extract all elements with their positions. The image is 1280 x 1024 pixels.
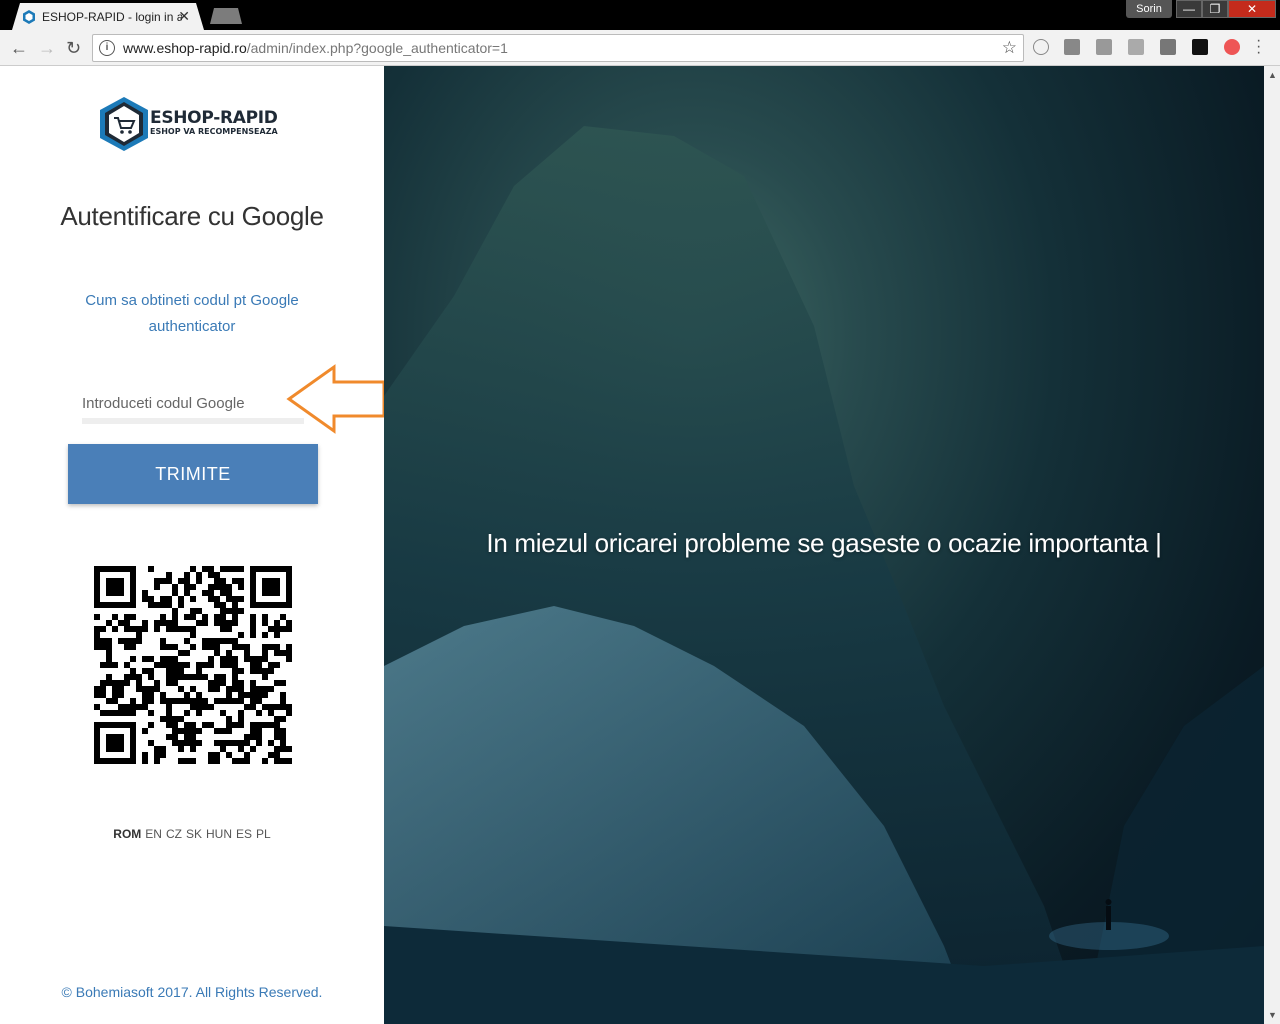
extension-s-icon[interactable] bbox=[1064, 39, 1080, 55]
extension-layers-icon[interactable] bbox=[1160, 39, 1176, 55]
google-code-input[interactable] bbox=[82, 388, 304, 424]
language-selector: ROM EN CZ SK HUN ES PL bbox=[0, 827, 384, 841]
language-option-sk[interactable]: SK bbox=[186, 827, 202, 841]
page-scrollbar[interactable]: ▲ ▼ bbox=[1264, 66, 1280, 1024]
site-info-icon[interactable]: i bbox=[99, 40, 115, 56]
brand-name: ESHOP-RAPID bbox=[150, 108, 278, 128]
hero-quote: In miezul oricarei probleme se gaseste o… bbox=[486, 528, 1162, 558]
window-close-button[interactable]: ✕ bbox=[1228, 0, 1276, 18]
extension-circle-icon[interactable] bbox=[1033, 39, 1049, 55]
qr-code bbox=[94, 566, 292, 764]
language-option-pl[interactable]: PL bbox=[256, 827, 271, 841]
address-bar[interactable]: i www.eshop-rapid.ro/admin/index.php?goo… bbox=[92, 34, 1024, 62]
page-title: Autentificare cu Google bbox=[60, 201, 324, 231]
login-panel: ESHOP-RAPID ESHOP VA RECOMPENSEAZA Auten… bbox=[0, 66, 386, 1024]
new-tab-button[interactable] bbox=[210, 8, 242, 24]
profile-user-badge[interactable]: Sorin bbox=[1126, 0, 1172, 18]
tab-close-icon[interactable]: ✕ bbox=[178, 8, 190, 25]
bookmark-star-icon[interactable]: ☆ bbox=[1002, 38, 1017, 58]
google-auth-help-link[interactable]: Cum sa obtineti codul pt Google authenti… bbox=[70, 288, 314, 340]
brand-logo: ESHOP-RAPID ESHOP VA RECOMPENSEAZA bbox=[98, 96, 288, 152]
submit-button[interactable]: TRIMITE bbox=[68, 444, 318, 504]
pointing-arrow-icon bbox=[286, 364, 386, 434]
language-option-cz[interactable]: CZ bbox=[166, 827, 182, 841]
address-url: www.eshop-rapid.ro/admin/index.php?googl… bbox=[123, 40, 508, 56]
browser-titlebar: ESHOP-RAPID - login in a ✕ Sorin — ❐ ✕ bbox=[0, 0, 1280, 30]
extension-code-icon[interactable] bbox=[1096, 39, 1112, 55]
browser-toolbar: ← → ↻ i www.eshop-rapid.ro/admin/index.p… bbox=[0, 30, 1280, 66]
eshop-favicon-icon bbox=[23, 9, 35, 24]
language-option-en[interactable]: EN bbox=[145, 827, 162, 841]
extension-b-icon[interactable] bbox=[1192, 39, 1208, 55]
forward-arrow-icon[interactable]: → bbox=[38, 38, 56, 59]
language-option-hun[interactable]: HUN bbox=[206, 827, 232, 841]
extension-adblock-icon[interactable] bbox=[1224, 39, 1240, 55]
browser-tab-active[interactable]: ESHOP-RAPID - login in a ✕ bbox=[12, 3, 204, 30]
browser-menu-icon[interactable]: · · · bbox=[1256, 33, 1261, 61]
window-maximize-button[interactable]: ❐ bbox=[1202, 0, 1228, 18]
language-option-rom[interactable]: ROM bbox=[113, 827, 141, 841]
tab-title: ESHOP-RAPID - login in a bbox=[42, 9, 182, 24]
language-option-es[interactable]: ES bbox=[236, 827, 252, 841]
back-arrow-icon[interactable]: ← bbox=[10, 38, 28, 59]
reload-icon[interactable]: ↻ bbox=[66, 38, 81, 59]
scroll-up-icon[interactable]: ▲ bbox=[1268, 70, 1277, 80]
cart-hexagon-icon bbox=[100, 97, 148, 151]
brand-tagline: ESHOP VA RECOMPENSEAZA bbox=[150, 127, 278, 136]
window-minimize-button[interactable]: — bbox=[1176, 0, 1202, 18]
hero-background-image: In miezul oricarei probleme se gaseste o… bbox=[384, 66, 1264, 1024]
extension-tv-icon[interactable] bbox=[1128, 39, 1144, 55]
copyright-footer: © Bohemiasoft 2017. All Rights Reserved. bbox=[61, 984, 323, 1000]
scroll-down-icon[interactable]: ▼ bbox=[1268, 1010, 1277, 1020]
